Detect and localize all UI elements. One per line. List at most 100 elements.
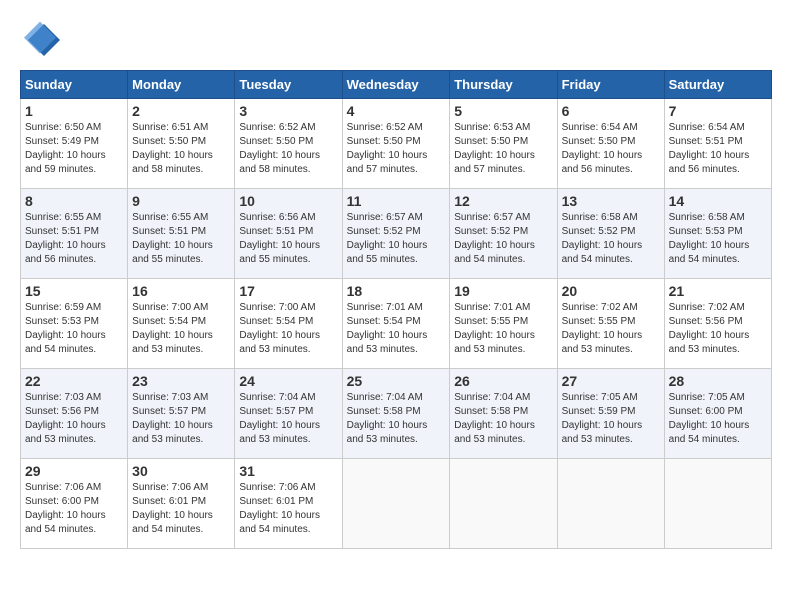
day-number: 28 xyxy=(669,373,767,389)
day-info: Sunrise: 7:06 AM Sunset: 6:01 PM Dayligh… xyxy=(239,481,337,537)
calendar-cell: 10 Sunrise: 6:56 AM Sunset: 5:51 PM Dayli… xyxy=(235,189,342,279)
day-number: 1 xyxy=(25,103,123,119)
day-number: 31 xyxy=(239,463,337,479)
calendar-cell: 13 Sunrise: 6:58 AM Sunset: 5:52 PM Dayli… xyxy=(557,189,664,279)
calendar-cell: 16 Sunrise: 7:00 AM Sunset: 5:54 PM Dayli… xyxy=(128,279,235,369)
day-info: Sunrise: 6:56 AM Sunset: 5:51 PM Dayligh… xyxy=(239,211,337,267)
day-info: Sunrise: 7:04 AM Sunset: 5:57 PM Dayligh… xyxy=(239,391,337,447)
calendar: SundayMondayTuesdayWednesdayThursdayFrid… xyxy=(20,70,772,549)
day-number: 22 xyxy=(25,373,123,389)
day-info: Sunrise: 7:02 AM Sunset: 5:55 PM Dayligh… xyxy=(562,301,660,357)
day-info: Sunrise: 7:01 AM Sunset: 5:55 PM Dayligh… xyxy=(454,301,552,357)
day-info: Sunrise: 7:05 AM Sunset: 5:59 PM Dayligh… xyxy=(562,391,660,447)
day-info: Sunrise: 6:57 AM Sunset: 5:52 PM Dayligh… xyxy=(347,211,446,267)
day-info: Sunrise: 7:03 AM Sunset: 5:56 PM Dayligh… xyxy=(25,391,123,447)
calendar-cell: 31 Sunrise: 7:06 AM Sunset: 6:01 PM Dayli… xyxy=(235,459,342,549)
day-info: Sunrise: 6:50 AM Sunset: 5:49 PM Dayligh… xyxy=(25,121,123,177)
calendar-cell: 24 Sunrise: 7:04 AM Sunset: 5:57 PM Dayli… xyxy=(235,369,342,459)
day-header-tuesday: Tuesday xyxy=(235,71,342,99)
day-info: Sunrise: 7:04 AM Sunset: 5:58 PM Dayligh… xyxy=(347,391,446,447)
calendar-row-week-1: 1 Sunrise: 6:50 AM Sunset: 5:49 PM Daylig… xyxy=(21,99,772,189)
header xyxy=(20,20,772,60)
calendar-cell xyxy=(450,459,557,549)
calendar-cell xyxy=(342,459,450,549)
calendar-cell: 21Sunrise: 7:02 AM Sunset: 5:56 PM Dayli… xyxy=(664,279,771,369)
day-header-saturday: Saturday xyxy=(664,71,771,99)
day-info: Sunrise: 6:59 AM Sunset: 5:53 PM Dayligh… xyxy=(25,301,123,357)
day-number: 23 xyxy=(132,373,230,389)
day-info: Sunrise: 6:52 AM Sunset: 5:50 PM Dayligh… xyxy=(239,121,337,177)
day-number: 7 xyxy=(669,103,767,119)
day-number: 8 xyxy=(25,193,123,209)
day-number: 12 xyxy=(454,193,552,209)
day-number: 27 xyxy=(562,373,660,389)
calendar-row-week-4: 22 Sunrise: 7:03 AM Sunset: 5:56 PM Dayli… xyxy=(21,369,772,459)
day-number: 9 xyxy=(132,193,230,209)
day-number: 13 xyxy=(562,193,660,209)
calendar-cell: 6 Sunrise: 6:54 AM Sunset: 5:50 PM Daylig… xyxy=(557,99,664,189)
calendar-cell: 20 Sunrise: 7:02 AM Sunset: 5:55 PM Dayli… xyxy=(557,279,664,369)
day-info: Sunrise: 6:53 AM Sunset: 5:50 PM Dayligh… xyxy=(454,121,552,177)
day-info: Sunrise: 7:04 AM Sunset: 5:58 PM Dayligh… xyxy=(454,391,552,447)
day-number: 6 xyxy=(562,103,660,119)
day-number: 16 xyxy=(132,283,230,299)
day-info: Sunrise: 7:00 AM Sunset: 5:54 PM Dayligh… xyxy=(239,301,337,357)
day-info: Sunrise: 6:52 AM Sunset: 5:50 PM Dayligh… xyxy=(347,121,446,177)
day-info: Sunrise: 6:58 AM Sunset: 5:52 PM Dayligh… xyxy=(562,211,660,267)
day-info: Sunrise: 7:00 AM Sunset: 5:54 PM Dayligh… xyxy=(132,301,230,357)
day-info: Sunrise: 6:51 AM Sunset: 5:50 PM Dayligh… xyxy=(132,121,230,177)
day-number: 24 xyxy=(239,373,337,389)
day-number: 29 xyxy=(25,463,123,479)
day-number: 10 xyxy=(239,193,337,209)
calendar-cell: 8Sunrise: 6:55 AM Sunset: 5:51 PM Daylig… xyxy=(21,189,128,279)
day-header-thursday: Thursday xyxy=(450,71,557,99)
day-number: 3 xyxy=(239,103,337,119)
day-number: 18 xyxy=(347,283,446,299)
day-info: Sunrise: 7:01 AM Sunset: 5:54 PM Dayligh… xyxy=(347,301,446,357)
calendar-row-week-2: 8Sunrise: 6:55 AM Sunset: 5:51 PM Daylig… xyxy=(21,189,772,279)
day-header-sunday: Sunday xyxy=(21,71,128,99)
calendar-cell: 12 Sunrise: 6:57 AM Sunset: 5:52 PM Dayli… xyxy=(450,189,557,279)
day-info: Sunrise: 7:06 AM Sunset: 6:00 PM Dayligh… xyxy=(25,481,123,537)
day-number: 15 xyxy=(25,283,123,299)
calendar-cell: 3 Sunrise: 6:52 AM Sunset: 5:50 PM Daylig… xyxy=(235,99,342,189)
day-header-monday: Monday xyxy=(128,71,235,99)
day-number: 2 xyxy=(132,103,230,119)
calendar-row-week-5: 29 Sunrise: 7:06 AM Sunset: 6:00 PM Dayli… xyxy=(21,459,772,549)
calendar-cell xyxy=(557,459,664,549)
calendar-cell: 7Sunrise: 6:54 AM Sunset: 5:51 PM Daylig… xyxy=(664,99,771,189)
calendar-cell: 26Sunrise: 7:04 AM Sunset: 5:58 PM Dayli… xyxy=(450,369,557,459)
calendar-cell: 23 Sunrise: 7:03 AM Sunset: 5:57 PM Dayli… xyxy=(128,369,235,459)
calendar-cell: 15 Sunrise: 6:59 AM Sunset: 5:53 PM Dayli… xyxy=(21,279,128,369)
calendar-cell: 27 Sunrise: 7:05 AM Sunset: 5:59 PM Dayli… xyxy=(557,369,664,459)
calendar-cell: 28 Sunrise: 7:05 AM Sunset: 6:00 PM Dayli… xyxy=(664,369,771,459)
calendar-cell: 14Sunrise: 6:58 AM Sunset: 5:53 PM Dayli… xyxy=(664,189,771,279)
day-number: 5 xyxy=(454,103,552,119)
day-number: 21 xyxy=(669,283,767,299)
day-number: 4 xyxy=(347,103,446,119)
day-header-friday: Friday xyxy=(557,71,664,99)
calendar-cell: 4 Sunrise: 6:52 AM Sunset: 5:50 PM Daylig… xyxy=(342,99,450,189)
calendar-cell: 30 Sunrise: 7:06 AM Sunset: 6:01 PM Dayli… xyxy=(128,459,235,549)
header-row: SundayMondayTuesdayWednesdayThursdayFrid… xyxy=(21,71,772,99)
calendar-cell: 11 Sunrise: 6:57 AM Sunset: 5:52 PM Dayli… xyxy=(342,189,450,279)
calendar-cell: 18 Sunrise: 7:01 AM Sunset: 5:54 PM Dayli… xyxy=(342,279,450,369)
day-number: 20 xyxy=(562,283,660,299)
day-number: 11 xyxy=(347,193,446,209)
day-info: Sunrise: 7:03 AM Sunset: 5:57 PM Dayligh… xyxy=(132,391,230,447)
day-number: 14 xyxy=(669,193,767,209)
day-info: Sunrise: 6:54 AM Sunset: 5:50 PM Dayligh… xyxy=(562,121,660,177)
day-info: Sunrise: 7:05 AM Sunset: 6:00 PM Dayligh… xyxy=(669,391,767,447)
day-number: 17 xyxy=(239,283,337,299)
calendar-cell: 2 Sunrise: 6:51 AM Sunset: 5:50 PM Daylig… xyxy=(128,99,235,189)
calendar-row-week-3: 15 Sunrise: 6:59 AM Sunset: 5:53 PM Dayli… xyxy=(21,279,772,369)
day-info: Sunrise: 6:57 AM Sunset: 5:52 PM Dayligh… xyxy=(454,211,552,267)
day-number: 30 xyxy=(132,463,230,479)
day-info: Sunrise: 7:06 AM Sunset: 6:01 PM Dayligh… xyxy=(132,481,230,537)
calendar-cell xyxy=(664,459,771,549)
calendar-cell: 22 Sunrise: 7:03 AM Sunset: 5:56 PM Dayli… xyxy=(21,369,128,459)
day-number: 19 xyxy=(454,283,552,299)
logo xyxy=(20,20,66,60)
logo-icon xyxy=(20,20,60,60)
calendar-cell: 17 Sunrise: 7:00 AM Sunset: 5:54 PM Dayli… xyxy=(235,279,342,369)
